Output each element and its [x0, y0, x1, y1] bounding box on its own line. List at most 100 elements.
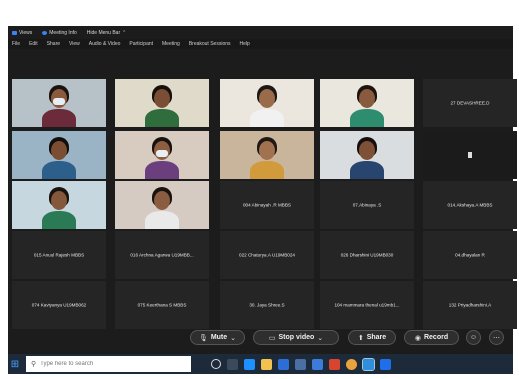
participant-video-tile[interactable] — [220, 79, 314, 127]
participant-video-tile[interactable] — [12, 181, 106, 229]
participant-face — [259, 141, 275, 160]
hide-menu-bar-label: Hide Menu Bar — [86, 29, 121, 36]
participant-name-tile[interactable]: 07.Abinaya .S — [320, 181, 414, 229]
menu-view[interactable]: View — [69, 41, 80, 47]
taskbar-app-icon[interactable] — [380, 358, 391, 370]
video-off-indicator — [468, 152, 472, 158]
webex-icon[interactable] — [362, 357, 375, 371]
mail-icon[interactable] — [295, 358, 306, 370]
stop-video-label: Stop video — [278, 334, 315, 341]
participant-name: 27 DEVASHREE.D — [450, 100, 490, 106]
participant-video-tile[interactable] — [320, 131, 414, 179]
participant-name-tile[interactable]: 27 DEVASHREE.D — [423, 79, 517, 127]
participant-figure — [350, 161, 384, 179]
participant-name: 026 Dharshini U19MB030 — [340, 252, 394, 258]
menu-help[interactable]: Help — [240, 41, 250, 47]
more-options-button[interactable]: ⋯ — [489, 330, 504, 345]
participant-name-tile[interactable]: 104 mammara thenal u19mb1... — [320, 281, 414, 329]
menu-breakout-sessions[interactable]: Breakout Sessions — [189, 41, 231, 47]
meeting-info-label: Meeting Info — [49, 29, 77, 36]
stop-video-button[interactable]: ▭ Stop video ⌄ — [253, 330, 339, 345]
taskbar-search[interactable]: ⚲ — [26, 356, 191, 372]
mute-button[interactable]: 🎙 Mute ⌄ — [190, 330, 245, 345]
participant-video-tile[interactable] — [115, 181, 209, 229]
microphone-icon: 🎙 — [198, 334, 208, 342]
participant-name-tile[interactable]: 016 Archna Agarwa U19MBB... — [115, 231, 209, 279]
share-screen-icon: ⬆ — [357, 334, 364, 342]
participant-name-tile[interactable]: 015 Anuul Rajesh MBBS — [12, 231, 106, 279]
hide-menu-bar-button[interactable]: Hide Menu Bar ⌃ — [87, 30, 127, 36]
edge-browser-icon[interactable] — [244, 358, 255, 370]
participant-name-tile[interactable]: 026 Dharshini U19MB030 — [320, 231, 414, 279]
menu-participant[interactable]: Participant — [129, 41, 153, 47]
word-icon[interactable] — [312, 358, 323, 370]
participant-video-tile[interactable] — [12, 131, 106, 179]
participant-face — [359, 141, 375, 160]
face-mask — [156, 150, 168, 157]
participant-name: 022 Chaturya.A U19MB024 — [239, 252, 295, 258]
menu-share[interactable]: Share — [47, 41, 60, 47]
participant-name-tile[interactable]: 132 Priyadharshini.A — [423, 281, 517, 329]
menu-edit[interactable]: Edit — [29, 41, 38, 47]
participant-name-tile[interactable]: 022 Chaturya.A U19MB024 — [220, 231, 314, 279]
participant-name: 014.Akshaya.A MBBS — [447, 202, 493, 208]
chrome-icon[interactable] — [346, 358, 357, 370]
task-view-icon[interactable] — [227, 358, 238, 370]
face-mask — [53, 98, 65, 105]
participant-name: 075 Keerthana S MBBS — [137, 302, 187, 308]
participant-name-tile[interactable]: 075 Keerthana S MBBS — [115, 281, 209, 329]
cortana-icon[interactable] — [211, 359, 221, 369]
views-button[interactable]: Views — [12, 30, 32, 36]
record-icon: ◉ — [414, 334, 421, 342]
participant-name-tile[interactable]: 074 Kaviyanya U19MB062 — [12, 281, 106, 329]
chevron-down-icon: ⌄ — [230, 334, 237, 342]
participant-video-tile[interactable] — [115, 131, 209, 179]
participant-name: 132 Priyadharshini.A — [448, 302, 492, 308]
participant-name-tile[interactable]: 014.Akshaya.A MBBS — [423, 181, 517, 229]
more-icon: ⋯ — [493, 334, 500, 342]
participant-face — [359, 89, 375, 108]
menu-bar: File Edit Share View Audio & Video Parti… — [8, 39, 513, 49]
menu-audio-video[interactable]: Audio & Video — [89, 41, 121, 47]
participant-video-tile[interactable] — [12, 79, 106, 127]
record-label: Record — [423, 334, 449, 341]
store-icon[interactable] — [278, 358, 289, 370]
participant-name-tile[interactable]: 004 Abinayah .R MBBS — [220, 181, 314, 229]
meeting-controls: 🎙 Mute ⌄ ▭ Stop video ⌄ ⬆ Share ◉ Record… — [0, 327, 519, 349]
menu-file[interactable]: File — [12, 41, 20, 47]
views-label: Views — [19, 29, 33, 36]
participant-name: 015 Anuul Rajesh MBBS — [33, 252, 85, 258]
participant-face — [51, 191, 67, 210]
participant-name: 104 mammara thenal u19mb1... — [334, 302, 400, 308]
share-button[interactable]: ⬆ Share — [348, 330, 396, 345]
participant-figure — [145, 161, 179, 179]
reactions-button[interactable]: ☺ — [466, 330, 481, 345]
search-icon: ⚲ — [31, 361, 37, 368]
menu-meeting[interactable]: Meeting — [162, 41, 180, 47]
participant-name-tile[interactable]: 30. Jaya Shree.S — [220, 281, 314, 329]
share-label: Share — [366, 334, 387, 341]
participant-video-tile[interactable] — [423, 131, 517, 179]
participant-name: 30. Jaya Shree.S — [249, 302, 285, 308]
participant-name-tile[interactable]: 04.dhayalan R — [423, 231, 517, 279]
powerpoint-icon[interactable] — [329, 358, 340, 370]
smiley-icon: ☺ — [469, 334, 478, 341]
participant-video-tile[interactable] — [320, 79, 414, 127]
participant-figure — [250, 161, 284, 179]
mute-label: Mute — [210, 334, 228, 341]
participant-figure — [145, 211, 179, 229]
taskbar-search-input[interactable] — [40, 361, 161, 367]
windows-start-icon[interactable]: ⊞ — [8, 354, 22, 374]
windows-taskbar: ⊞ ⚲ — [8, 354, 513, 374]
participant-name: 016 Archna Agarwa U19MBB... — [130, 252, 194, 258]
video-camera-icon: ▭ — [268, 334, 276, 342]
participant-video-tile[interactable] — [220, 131, 314, 179]
participant-name: 07.Abinaya .S — [352, 202, 382, 208]
taskbar-icons — [211, 357, 391, 371]
participant-video-tile[interactable] — [115, 79, 209, 127]
file-explorer-icon[interactable] — [261, 358, 272, 370]
record-button[interactable]: ◉ Record — [404, 330, 459, 345]
meeting-info-button[interactable]: Meeting Info — [42, 30, 77, 36]
participant-figure — [250, 109, 284, 127]
chevron-up-icon: ⌃ — [122, 29, 127, 36]
